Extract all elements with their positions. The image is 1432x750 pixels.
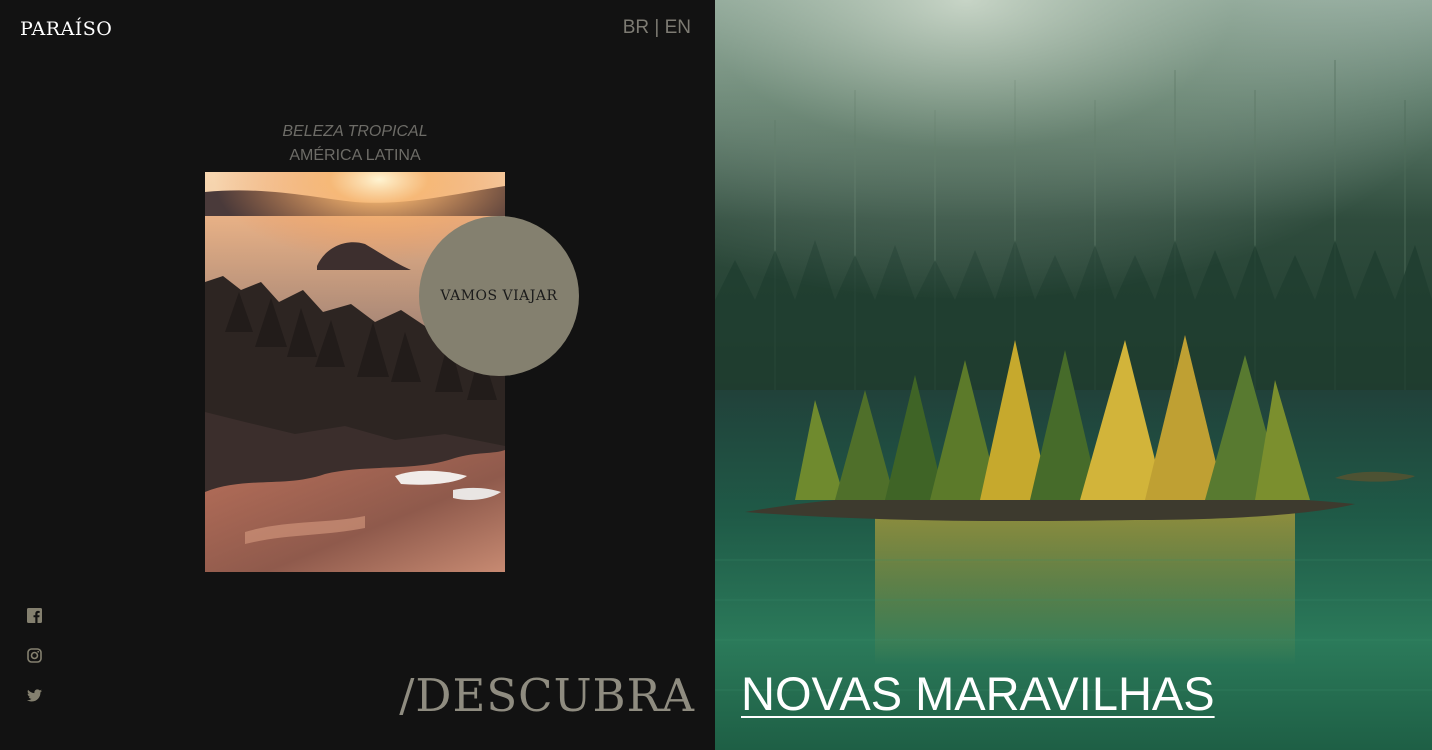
facebook-icon — [27, 608, 42, 623]
language-switcher: BR | EN — [623, 17, 691, 39]
lang-en-link[interactable]: EN — [665, 17, 691, 38]
left-panel: PARAÍSO BR | EN BELEZA TROPICAL AMÉRICA … — [0, 0, 715, 750]
lang-br-link[interactable]: BR — [623, 17, 649, 38]
instagram-icon — [27, 648, 42, 663]
twitter-link[interactable] — [27, 689, 42, 702]
lang-separator: | — [654, 17, 660, 38]
tagline-line-2: AMÉRICA LATINA — [289, 147, 421, 164]
lets-travel-button[interactable]: VAMOS VIAJAR — [419, 216, 579, 376]
hero-image-panel — [715, 0, 1432, 750]
discover-heading: /DESCUBRA — [399, 669, 695, 722]
new-wonders-link[interactable]: NOVAS MARAVILHAS — [741, 664, 1215, 724]
tagline-line-1: BELEZA TROPICAL — [282, 123, 428, 140]
instagram-link[interactable] — [27, 648, 42, 663]
site-logo[interactable]: PARAÍSO — [20, 18, 112, 40]
twitter-icon — [27, 689, 42, 702]
page: PARAÍSO BR | EN BELEZA TROPICAL AMÉRICA … — [0, 0, 1432, 750]
facebook-link[interactable] — [27, 608, 42, 623]
island-lake-image — [715, 0, 1432, 750]
tagline: BELEZA TROPICAL AMÉRICA LATINA — [205, 120, 505, 168]
